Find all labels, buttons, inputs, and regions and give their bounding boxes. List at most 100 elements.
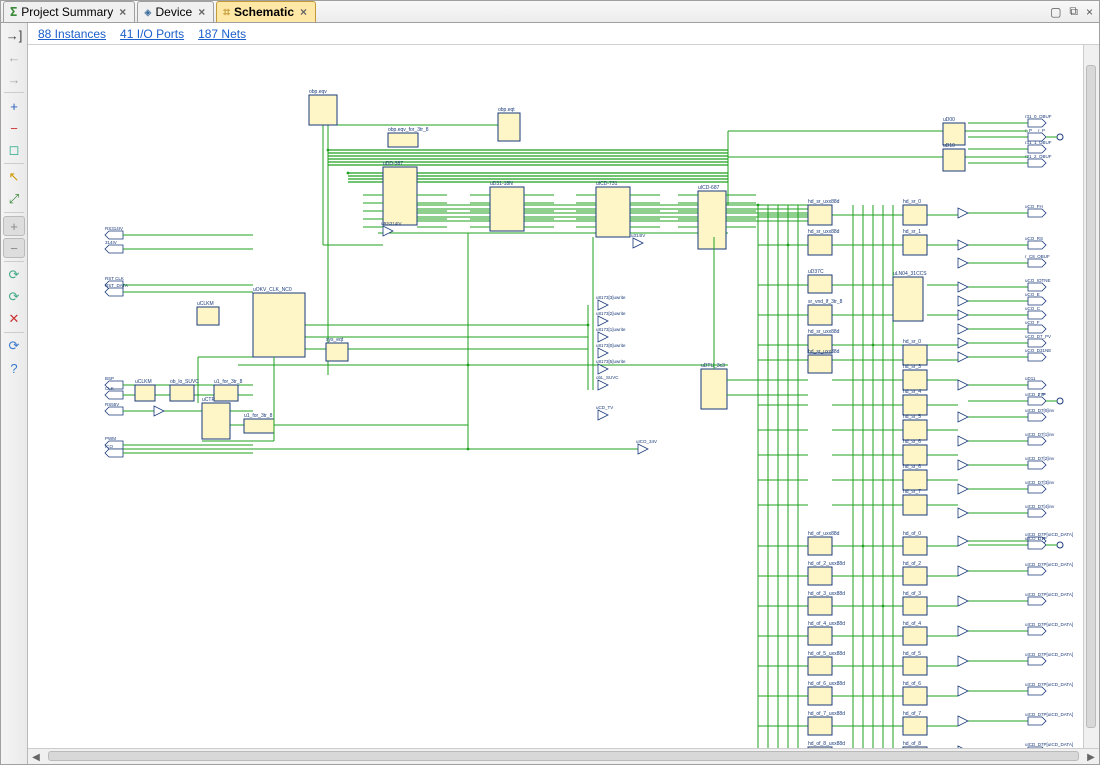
svg-text:hd_of_6_uxx88d: hd_of_6_uxx88d <box>808 681 845 687</box>
toolbar-back-button[interactable]: ← <box>3 47 25 67</box>
svg-text:hd_of_8_uxx88d: hd_of_8_uxx88d <box>808 741 845 747</box>
work-area: 88 Instances 41 I/O Ports 187 Nets RS314… <box>28 23 1099 764</box>
svg-text:uICD_D7P[uICD_DATA]: uICD_D7P[uICD_DATA] <box>1025 622 1073 627</box>
svg-text:BSP: BSP <box>105 376 114 381</box>
svg-text:hd_of_2_uxx88d: hd_of_2_uxx88d <box>808 561 845 567</box>
delete-button[interactable]: ✕ <box>3 309 25 329</box>
svg-text:r_C8_OBUF: r_C8_OBUF <box>1025 254 1050 259</box>
svg-text:uCLKM: uCLKM <box>197 301 214 307</box>
schematic-icon: ⌗ <box>223 5 230 20</box>
svg-text:sys_eqt: sys_eqt <box>326 337 344 343</box>
svg-text:uLN04_31CCS: uLN04_31CCS <box>893 271 927 277</box>
svg-text:uOKV_CLK_NC0: uOKV_CLK_NC0 <box>253 287 292 293</box>
svg-text:hd_sr_5: hd_sr_5 <box>903 414 921 420</box>
instances-link[interactable]: 88 Instances <box>38 27 106 41</box>
svg-text:r31_2_OBUF: r31_2_OBUF <box>1025 154 1052 159</box>
svg-text:uICD_D7[0]inv: uICD_D7[0]inv <box>1025 408 1055 413</box>
schematic-canvas[interactable]: RS314IV314IVRST CLKRST_DATABSPCLKRS55VPW… <box>28 45 1099 748</box>
svg-text:u8173[5]uwrite: u8173[5]uwrite <box>596 359 626 364</box>
zoom-area-button[interactable]: ◻ <box>3 140 25 160</box>
toolbar-forward-button[interactable]: → <box>3 69 25 89</box>
svg-text:obp.eqv: obp.eqv <box>309 89 327 95</box>
svg-text:uD10: uD10 <box>943 143 955 149</box>
svg-text:uCO_FH: uCO_FH <box>1025 204 1043 209</box>
zoom-out-button[interactable]: − <box>3 118 25 138</box>
svg-text:r31_0_OBUF: r31_0_OBUF <box>1025 114 1052 119</box>
svg-text:u8173[3]uwrite: u8173[3]uwrite <box>596 295 626 300</box>
svg-text:uICD_D7P[uICD_DATA]: uICD_D7P[uICD_DATA] <box>1025 562 1073 567</box>
close-window-icon[interactable]: × <box>1086 5 1093 19</box>
svg-text:uCO_D31NE: uCO_D31NE <box>1025 348 1051 353</box>
svg-text:u8173[1]uwrite: u8173[1]uwrite <box>596 327 626 332</box>
svg-text:r_P: r_P <box>1038 392 1045 397</box>
expand-button[interactable]: ⤢ <box>3 189 25 209</box>
remove-button[interactable]: − <box>3 238 25 258</box>
svg-text:u8173[2]uwrite: u8173[2]uwrite <box>596 311 626 316</box>
svg-text:hd_sr_uxx88d: hd_sr_uxx88d <box>808 199 840 205</box>
svg-text:hd_of_5: hd_of_5 <box>903 651 921 657</box>
svg-text:uICD_D7[2]inv: uICD_D7[2]inv <box>1025 456 1055 461</box>
svg-text:uICD_D7[3]inv: uICD_D7[3]inv <box>1025 480 1055 485</box>
tab-schematic[interactable]: ⌗ Schematic × <box>216 1 316 22</box>
svg-text:uICD_D7[1]inv: uICD_D7[1]inv <box>1025 432 1055 437</box>
scroll-left-icon[interactable]: ◀ <box>28 749 44 765</box>
nets-link[interactable]: 187 Nets <box>198 27 246 41</box>
close-icon[interactable]: × <box>298 5 309 19</box>
svg-text:hd_sr_uxx88d: hd_sr_uxx88d <box>808 329 840 335</box>
svg-text:uD00: uD00 <box>943 117 955 123</box>
scroll-right-icon[interactable]: ▶ <box>1083 749 1099 765</box>
svg-text:uICD_D7P[uICD_DATA]: uICD_D7P[uICD_DATA] <box>1025 682 1073 687</box>
svg-text:ICO: ICO <box>105 444 114 449</box>
close-icon[interactable]: × <box>196 5 207 19</box>
svg-text:uICO_34V: uICO_34V <box>636 439 657 444</box>
svg-text:hd_sr_7: hd_sr_7 <box>903 489 921 495</box>
svg-text:hd_of_7_uxx88d: hd_of_7_uxx88d <box>808 711 845 717</box>
maximize-icon[interactable]: ⧉ <box>1069 4 1078 19</box>
close-icon[interactable]: × <box>117 5 128 19</box>
svg-text:hd_sr_0: hd_sr_0 <box>903 339 921 345</box>
svg-text:hd_sr_uxx88d: hd_sr_uxx88d <box>808 229 840 235</box>
help-button[interactable]: ? <box>3 358 25 378</box>
svg-text:uICD_D7P[uICD_DATA]: uICD_D7P[uICD_DATA] <box>1025 592 1073 597</box>
tab-label: Device <box>156 5 193 19</box>
svg-text:RST_DATA: RST_DATA <box>105 283 128 288</box>
separator <box>4 92 24 93</box>
svg-text:r_P: r_P <box>1038 128 1045 133</box>
svg-text:uDTU_3c3: uDTU_3c3 <box>701 363 725 369</box>
add-button[interactable]: + <box>3 216 25 236</box>
tab-project-summary[interactable]: Σ Project Summary × <box>3 1 135 22</box>
svg-text:uICD_D7P[uICD_DATA]: uICD_D7P[uICD_DATA] <box>1025 712 1073 717</box>
regen1-button[interactable]: ⟳ <box>3 265 25 285</box>
svg-text:RST CLK: RST CLK <box>105 276 124 281</box>
zoom-in-button[interactable]: + <box>3 96 25 116</box>
svg-text:hd_sr_3: hd_sr_3 <box>903 364 921 370</box>
svg-text:hd_of_uxx88d: hd_of_uxx88d <box>808 531 840 537</box>
svg-text:hd_of_4: hd_of_4 <box>903 621 921 627</box>
svg-text:obp.eqt: obp.eqt <box>498 107 515 113</box>
scrollbar-thumb[interactable] <box>1086 65 1096 728</box>
separator <box>4 332 24 333</box>
toolbar-navigate-button[interactable]: →] <box>3 25 25 45</box>
svg-text:r31_1_OBUF: r31_1_OBUF <box>1025 140 1052 145</box>
ports-link[interactable]: 41 I/O Ports <box>120 27 184 41</box>
vertical-scrollbar[interactable] <box>1083 45 1099 748</box>
select-button[interactable]: ↖ <box>3 167 25 187</box>
svg-text:uCLKM: uCLKM <box>135 379 152 385</box>
schematic-svg: RS314IV314IVRST CLKRST_DATABSPCLKRS55VPW… <box>28 45 1083 748</box>
svg-text:uICD_D7P[uICD_DATA]: uICD_D7P[uICD_DATA] <box>1025 742 1073 747</box>
window-controls: ▢ ⧉ × <box>1050 1 1099 22</box>
svg-text:uICD-731: uICD-731 <box>596 181 618 187</box>
svg-text:uCO_E: uCO_E <box>1025 292 1040 297</box>
tab-device[interactable]: ◈ Device × <box>137 1 214 22</box>
minimize-icon[interactable]: ▢ <box>1050 5 1061 19</box>
regen2-button[interactable]: ⟳ <box>3 287 25 307</box>
horizontal-scrollbar[interactable]: ◀ ▶ <box>28 748 1099 764</box>
scrollbar-thumb[interactable] <box>48 751 1079 761</box>
svg-text:obp.eqv_for_3tr_8: obp.eqv_for_3tr_8 <box>388 127 429 133</box>
sigma-icon: Σ <box>10 5 17 19</box>
refresh-button[interactable]: ⟳ <box>3 336 25 356</box>
stats-bar: 88 Instances 41 I/O Ports 187 Nets <box>28 23 1099 45</box>
svg-text:hd_of_3: hd_of_3 <box>903 591 921 597</box>
svg-text:hd_sr_4: hd_sr_4 <box>903 389 921 395</box>
svg-text:uCD_TV: uCD_TV <box>596 405 613 410</box>
